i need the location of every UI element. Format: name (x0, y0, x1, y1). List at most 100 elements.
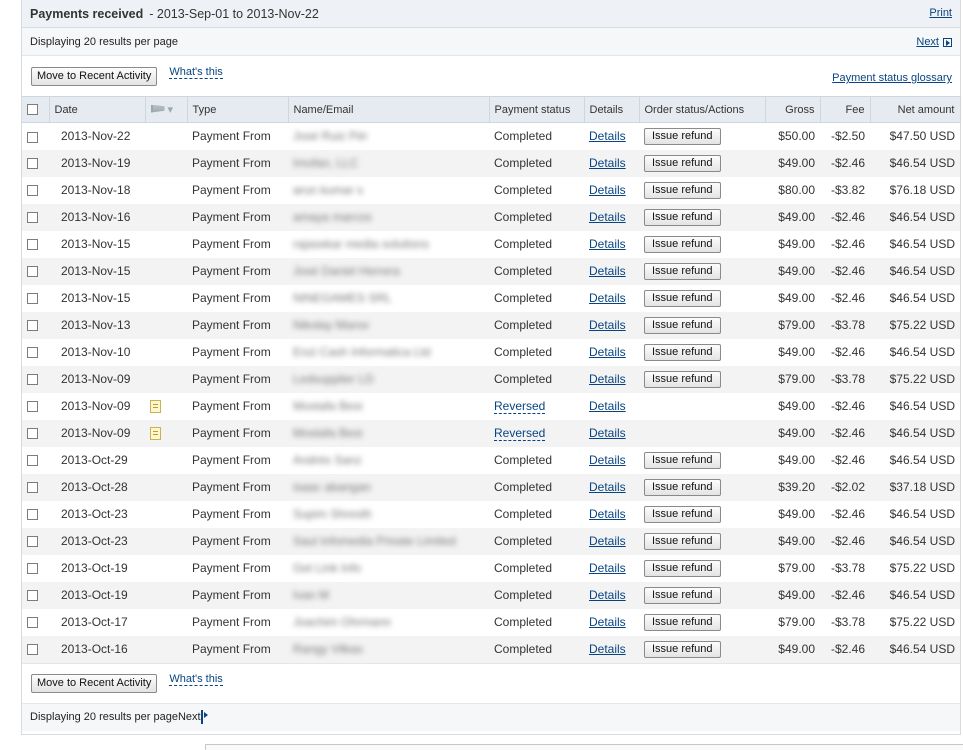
row-order-cell: Issue refund (639, 285, 765, 312)
row-checkbox[interactable] (27, 401, 38, 413)
issue-refund-button[interactable]: Issue refund (644, 613, 721, 631)
row-name: isaac abangan (293, 480, 372, 494)
issue-refund-button[interactable]: Issue refund (644, 262, 721, 280)
row-select-cell (22, 285, 49, 312)
row-checkbox[interactable] (27, 374, 38, 386)
select-all-checkbox[interactable] (27, 104, 38, 116)
issue-refund-button[interactable]: Issue refund (644, 343, 721, 361)
issue-refund-button[interactable]: Issue refund (644, 586, 721, 604)
issue-refund-button[interactable]: Issue refund (644, 289, 721, 307)
row-details-cell: Details (584, 365, 639, 393)
row-checkbox[interactable] (27, 293, 38, 305)
row-net: $46.54 USD (889, 507, 955, 521)
next-page-link-bottom[interactable]: Next (178, 710, 203, 724)
issue-refund-button[interactable]: Issue refund (644, 316, 721, 334)
results-per-page-text: Displaying 20 results per page (30, 35, 178, 48)
issue-refund-button[interactable]: Issue refund (644, 505, 721, 523)
row-checkbox[interactable] (27, 428, 38, 440)
row-select-cell (22, 339, 49, 366)
row-checkbox[interactable] (27, 158, 38, 170)
col-flag[interactable]: ▾ (145, 96, 188, 123)
table-row: 2013-Nov-10 Payment From Enzi Cash Informa… (22, 339, 960, 366)
row-checkbox[interactable] (27, 131, 38, 143)
details-link[interactable]: Details (589, 588, 626, 602)
details-link[interactable]: Details (589, 534, 626, 548)
details-link[interactable]: Details (589, 615, 626, 629)
row-status-cell: Completed (489, 609, 584, 636)
details-link[interactable]: Details (589, 156, 626, 170)
details-link[interactable]: Details (589, 318, 626, 332)
table-row: 2013-Oct-23 Payment From Supim Shresth Comp… (22, 501, 960, 528)
print-link[interactable]: Print (929, 7, 952, 19)
issue-refund-button[interactable]: Issue refund (644, 181, 721, 199)
details-link[interactable]: Details (589, 291, 626, 305)
move-to-recent-activity-button-bottom[interactable]: Move to Recent Activity (31, 673, 158, 693)
row-checkbox[interactable] (27, 482, 38, 494)
row-checkbox[interactable] (27, 212, 38, 224)
row-checkbox[interactable] (27, 536, 38, 548)
row-checkbox[interactable] (27, 266, 38, 278)
row-checkbox[interactable] (27, 563, 38, 575)
details-link[interactable]: Details (589, 642, 626, 656)
row-name-cell: Ledsupplier LD (288, 365, 489, 393)
details-link[interactable]: Details (589, 129, 626, 143)
details-link[interactable]: Details (589, 507, 626, 521)
issue-refund-button[interactable]: Issue refund (644, 559, 721, 577)
row-checkbox[interactable] (27, 347, 38, 359)
row-checkbox[interactable] (27, 590, 38, 602)
row-status[interactable]: Reversed (494, 399, 546, 414)
row-checkbox[interactable] (27, 644, 38, 656)
horizontal-scrollbar[interactable] (205, 744, 963, 750)
row-name-cell: José Ruiz Pér (288, 123, 489, 150)
row-checkbox[interactable] (27, 617, 38, 629)
table-row: 2013-Oct-16 Payment From Rangy Vilkas Compl… (22, 635, 960, 663)
row-checkbox[interactable] (27, 320, 38, 332)
move-to-recent-activity-button[interactable]: Move to Recent Activity (31, 66, 158, 86)
details-link[interactable]: Details (589, 453, 626, 467)
row-checkbox[interactable] (27, 185, 38, 197)
whats-this-link[interactable]: What's this (169, 66, 223, 79)
row-name: amaya marcos (293, 210, 372, 224)
issue-refund-button[interactable]: Issue refund (644, 370, 721, 388)
whats-this-link-bottom[interactable]: What's this (169, 673, 223, 686)
row-gross: $49.00 (765, 635, 820, 663)
row-note-cell (145, 419, 187, 447)
row-fee: -$2.46 (830, 399, 865, 413)
row-checkbox[interactable] (27, 509, 38, 521)
issue-refund-button[interactable]: Issue refund (644, 640, 721, 658)
row-name: Mostafa Besi (293, 426, 363, 440)
issue-refund-button[interactable]: Issue refund (644, 127, 721, 145)
details-link[interactable]: Details (589, 345, 626, 359)
details-link[interactable]: Details (589, 183, 626, 197)
row-order-cell: Issue refund (639, 311, 765, 339)
details-link[interactable]: Details (589, 372, 626, 386)
table-row: 2013-Nov-09 Payment From Mostafa Besi Rever… (22, 393, 960, 420)
issue-refund-button[interactable]: Issue refund (644, 235, 721, 253)
issue-refund-button[interactable]: Issue refund (644, 208, 721, 226)
issue-refund-button[interactable]: Issue refund (644, 154, 721, 172)
details-link[interactable]: Details (589, 237, 626, 251)
issue-refund-button[interactable]: Issue refund (644, 478, 721, 496)
issue-refund-button[interactable]: Issue refund (644, 451, 721, 469)
row-details-cell: Details (584, 149, 639, 177)
next-page-link-top[interactable]: Next (916, 36, 952, 48)
note-icon[interactable] (150, 427, 161, 441)
note-icon[interactable] (150, 400, 161, 414)
details-link[interactable]: Details (589, 210, 626, 224)
details-link[interactable]: Details (589, 399, 626, 413)
payment-status-glossary-link[interactable]: Payment status glossary (832, 72, 952, 84)
row-type: Payment From (187, 203, 288, 231)
row-select-cell (22, 149, 49, 177)
pager-bottom: Displaying 20 results per page Next (22, 702, 960, 731)
row-checkbox[interactable] (27, 455, 38, 467)
details-link[interactable]: Details (589, 426, 626, 440)
row-checkbox[interactable] (27, 239, 38, 251)
col-date[interactable]: Date (49, 96, 146, 123)
row-status[interactable]: Reversed (494, 426, 546, 441)
issue-refund-button[interactable]: Issue refund (644, 532, 721, 550)
row-fee: -$2.46 (830, 453, 865, 467)
details-link[interactable]: Details (589, 480, 626, 494)
details-link[interactable]: Details (589, 264, 626, 278)
details-link[interactable]: Details (589, 561, 626, 575)
col-gross: Gross (765, 96, 821, 123)
